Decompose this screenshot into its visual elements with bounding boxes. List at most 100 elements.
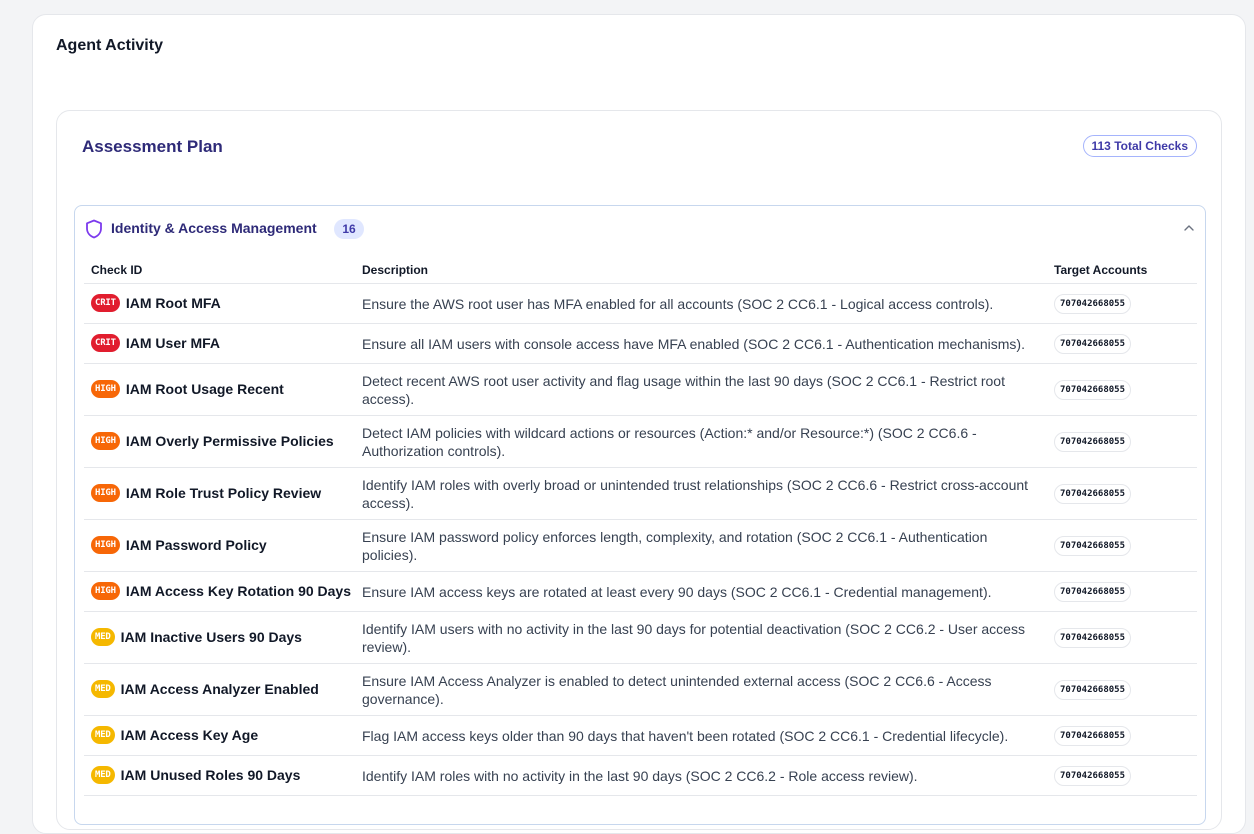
severity-badge: CRIT [91, 294, 120, 313]
account-id-chip: 707042668055 [1054, 536, 1132, 556]
check-id-cell: HIGH IAM Root Usage Recent [84, 363, 355, 416]
account-id-chip: 707042668055 [1054, 726, 1132, 746]
account-id-chip: 707042668055 [1054, 484, 1132, 504]
column-header-description: Description [355, 256, 1047, 284]
category-section-iam: Identity & Access Management 16 Check ID… [74, 205, 1206, 825]
check-name: IAM Access Key Rotation 90 Days [125, 583, 351, 600]
target-accounts-cell: 707042668055 [1047, 415, 1197, 468]
check-description: Detect IAM policies with wildcard action… [362, 424, 977, 459]
account-id-chip: 707042668055 [1054, 628, 1132, 648]
check-name: IAM Password Policy [125, 537, 267, 554]
severity-badge: MED [91, 680, 115, 699]
description-cell: Identify IAM users with no activity in t… [355, 611, 1047, 664]
total-checks-badge: 113 Total Checks [1082, 135, 1197, 157]
description-cell: Identify IAM roles with no activity in t… [355, 755, 1047, 796]
category-count-badge: 16 [334, 219, 364, 239]
chevron-up-icon[interactable] [1183, 222, 1195, 234]
description-cell: Detect recent AWS root user activity and… [355, 363, 1047, 416]
description-cell: Ensure all IAM users with console access… [355, 323, 1047, 364]
account-id-chip: 707042668055 [1054, 334, 1132, 354]
target-accounts-cell: 707042668055 [1047, 663, 1197, 716]
description-cell: Detect IAM policies with wildcard action… [355, 415, 1047, 468]
check-name: IAM Overly Permissive Policies [125, 433, 334, 450]
agent-activity-panel: Agent Activity Assessment Plan 113 Total… [32, 14, 1246, 834]
table-row[interactable]: CRIT IAM Root MFA Ensure the AWS root user… [84, 283, 1197, 324]
table-row[interactable]: HIGH IAM Overly Permissive Policies Detect… [84, 415, 1197, 468]
column-header-target-accounts: Target Accounts [1047, 256, 1197, 284]
table-row[interactable]: MED IAM Unused Roles 90 Days Identify IAM … [84, 755, 1197, 796]
checks-table: Check ID Description Target Accounts CRI… [84, 256, 1197, 796]
check-description: Ensure the AWS root user has MFA enabled… [362, 295, 994, 312]
table-row[interactable]: HIGH IAM Root Usage Recent Detect recent A… [84, 363, 1197, 416]
assessment-plan-card: Assessment Plan 113 Total Checks Identit… [56, 110, 1222, 830]
severity-badge: HIGH [91, 380, 120, 399]
page-title: Agent Activity [56, 37, 163, 54]
check-name: IAM Root Usage Recent [125, 381, 284, 398]
severity-badge: MED [91, 726, 115, 745]
description-cell: Ensure the AWS root user has MFA enabled… [355, 283, 1047, 324]
account-id-chip: 707042668055 [1054, 432, 1132, 452]
account-id-chip: 707042668055 [1054, 766, 1132, 786]
target-accounts-cell: 707042668055 [1047, 323, 1197, 364]
check-id-cell: HIGH IAM Role Trust Policy Review [84, 467, 355, 520]
target-accounts-cell: 707042668055 [1047, 611, 1197, 664]
category-header[interactable]: Identity & Access Management 16 [75, 206, 1205, 252]
check-id-cell: HIGH IAM Overly Permissive Policies [84, 415, 355, 468]
check-id-cell: MED IAM Access Analyzer Enabled [84, 663, 355, 716]
target-accounts-cell: 707042668055 [1047, 755, 1197, 796]
check-description: Ensure IAM password policy enforces leng… [362, 528, 988, 563]
table-row[interactable]: MED IAM Access Key Age Flag IAM access key… [84, 715, 1197, 756]
severity-badge: MED [91, 766, 115, 785]
severity-badge: HIGH [91, 484, 120, 503]
account-id-chip: 707042668055 [1054, 582, 1132, 602]
table-row[interactable]: MED IAM Access Analyzer Enabled Ensure IAM… [84, 663, 1197, 716]
severity-badge: HIGH [91, 582, 120, 601]
check-description: Identify IAM users with no activity in t… [362, 620, 1025, 655]
check-description: Detect recent AWS root user activity and… [362, 372, 1005, 407]
table-row[interactable]: CRIT IAM User MFA Ensure all IAM users wit… [84, 323, 1197, 364]
account-id-chip: 707042668055 [1054, 680, 1132, 700]
check-description: Ensure IAM access keys are rotated at le… [362, 583, 992, 600]
table-row[interactable]: HIGH IAM Role Trust Policy Review Identify… [84, 467, 1197, 520]
shield-icon [86, 219, 102, 239]
table-row[interactable]: MED IAM Inactive Users 90 Days Identify IA… [84, 611, 1197, 664]
check-description: Flag IAM access keys older than 90 days … [362, 727, 1009, 744]
check-id-cell: HIGH IAM Password Policy [84, 519, 355, 572]
check-id-cell: CRIT IAM User MFA [84, 323, 355, 364]
check-id-cell: MED IAM Inactive Users 90 Days [84, 611, 355, 664]
check-description: Identify IAM roles with overly broad or … [362, 476, 1029, 511]
severity-badge: HIGH [91, 536, 120, 555]
check-name: IAM User MFA [125, 335, 220, 352]
check-name: IAM Access Key Age [120, 727, 259, 744]
severity-badge: MED [91, 628, 115, 647]
check-id-cell: HIGH IAM Access Key Rotation 90 Days [84, 571, 355, 612]
account-id-chip: 707042668055 [1054, 380, 1132, 400]
assessment-plan-title: Assessment Plan [82, 137, 223, 156]
severity-badge: HIGH [91, 432, 120, 451]
check-id-cell: MED IAM Access Key Age [84, 715, 355, 756]
table-row[interactable]: HIGH IAM Password Policy Ensure IAM passwo… [84, 519, 1197, 572]
target-accounts-cell: 707042668055 [1047, 467, 1197, 520]
table-row[interactable]: HIGH IAM Access Key Rotation 90 Days Ensur… [84, 571, 1197, 612]
check-name: IAM Inactive Users 90 Days [120, 629, 302, 646]
account-id-chip: 707042668055 [1054, 294, 1132, 314]
category-title: Identity & Access Management [111, 220, 317, 236]
description-cell: Identify IAM roles with overly broad or … [355, 467, 1047, 520]
check-id-cell: MED IAM Unused Roles 90 Days [84, 755, 355, 796]
check-description: Ensure all IAM users with console access… [362, 335, 1025, 352]
check-name: IAM Root MFA [125, 295, 221, 312]
check-description: Identify IAM roles with no activity in t… [362, 767, 918, 784]
description-cell: Ensure IAM access keys are rotated at le… [355, 571, 1047, 612]
target-accounts-cell: 707042668055 [1047, 715, 1197, 756]
check-description: Ensure IAM Access Analyzer is enabled to… [362, 672, 992, 707]
severity-badge: CRIT [91, 334, 120, 353]
description-cell: Flag IAM access keys older than 90 days … [355, 715, 1047, 756]
target-accounts-cell: 707042668055 [1047, 571, 1197, 612]
target-accounts-cell: 707042668055 [1047, 519, 1197, 572]
description-cell: Ensure IAM Access Analyzer is enabled to… [355, 663, 1047, 716]
check-name: IAM Unused Roles 90 Days [120, 767, 301, 784]
table-header-row: Check ID Description Target Accounts [84, 256, 1197, 284]
check-name: IAM Role Trust Policy Review [125, 485, 322, 502]
target-accounts-cell: 707042668055 [1047, 283, 1197, 324]
check-id-cell: CRIT IAM Root MFA [84, 283, 355, 324]
